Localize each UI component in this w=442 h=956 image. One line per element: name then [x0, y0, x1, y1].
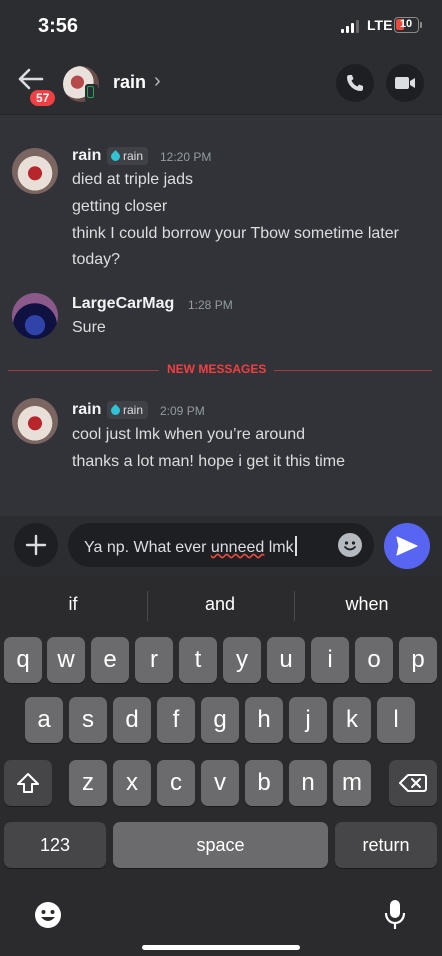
message-text: Sure: [72, 319, 106, 336]
key-w[interactable]: w: [47, 637, 85, 683]
backspace-icon: [399, 774, 427, 792]
message-text: think I could borrow your Tbow sometime …: [72, 225, 399, 268]
numbers-key[interactable]: 123: [4, 822, 106, 868]
new-messages-label: NEW MESSAGES: [159, 362, 275, 376]
space-key[interactable]: space: [113, 822, 328, 868]
message-text: thanks a lot man! hope i get it this tim…: [72, 453, 346, 470]
video-call-button[interactable]: [386, 64, 424, 102]
backspace-key[interactable]: [389, 760, 437, 806]
voice-call-button[interactable]: [336, 64, 374, 102]
message-input-text: Ya np. What ever: [84, 539, 211, 556]
attach-button[interactable]: [14, 523, 58, 567]
key-v[interactable]: v: [201, 760, 239, 806]
home-indicator: [142, 945, 300, 950]
key-k[interactable]: k: [333, 697, 371, 743]
battery-level: 10: [399, 18, 413, 30]
key-h[interactable]: h: [245, 697, 283, 743]
shift-key[interactable]: [4, 760, 52, 806]
key-u[interactable]: u: [267, 637, 305, 683]
mobile-status-icon: [85, 84, 98, 102]
suggestion-if[interactable]: if: [0, 594, 146, 615]
key-j[interactable]: j: [289, 697, 327, 743]
unread-badge: 57: [28, 88, 58, 108]
key-n[interactable]: n: [289, 760, 327, 806]
water-drop-icon: [109, 403, 122, 417]
key-c[interactable]: c: [157, 760, 195, 806]
key-g[interactable]: g: [201, 697, 239, 743]
message-input-text: lmk: [264, 539, 294, 556]
key-d[interactable]: d: [113, 697, 151, 743]
status-bar: 3:56 LTE 10: [0, 0, 442, 52]
key-y[interactable]: y: [223, 637, 261, 683]
message-text: died at triple jads: [72, 171, 193, 188]
message-input[interactable]: Ya np. What ever unneed lmk: [68, 523, 374, 567]
key-i[interactable]: i: [311, 637, 349, 683]
key-s[interactable]: s: [69, 697, 107, 743]
key-x[interactable]: x: [113, 760, 151, 806]
key-o[interactable]: o: [355, 637, 393, 683]
on-screen-keyboard: if and when q w e r t y u i o p a s d f …: [0, 576, 442, 956]
avatar[interactable]: [12, 293, 58, 339]
key-z[interactable]: z: [69, 760, 107, 806]
suggestion-and[interactable]: and: [147, 594, 293, 615]
message-author[interactable]: rain: [72, 401, 101, 419]
key-a[interactable]: a: [25, 697, 63, 743]
message-text: getting closer: [72, 198, 168, 215]
guild-tag[interactable]: rain: [107, 401, 149, 419]
chat-header: 57 rain ›: [0, 52, 442, 115]
network-type: LTE: [367, 17, 393, 33]
microphone-icon[interactable]: [383, 898, 407, 937]
key-r[interactable]: r: [135, 637, 173, 683]
chat-title[interactable]: rain: [113, 72, 146, 93]
plus-icon: [25, 534, 47, 556]
message-list[interactable]: rain rain 12:20 PM died at triple jads g…: [0, 115, 442, 515]
key-t[interactable]: t: [179, 637, 217, 683]
emoji-icon[interactable]: [338, 533, 362, 557]
send-button[interactable]: [384, 523, 430, 569]
cellular-signal-icon: [341, 19, 359, 33]
send-icon: [396, 536, 418, 556]
key-p[interactable]: p: [399, 637, 437, 683]
key-b[interactable]: b: [245, 760, 283, 806]
phone-icon: [347, 75, 363, 91]
video-camera-icon: [395, 77, 415, 89]
message-timestamp: 1:28 PM: [188, 298, 233, 312]
shift-icon: [17, 773, 39, 793]
message-timestamp: 2:09 PM: [160, 404, 205, 418]
key-l[interactable]: l: [377, 697, 415, 743]
avatar[interactable]: [12, 398, 58, 444]
status-time: 3:56: [38, 15, 79, 37]
key-e[interactable]: e: [91, 637, 129, 683]
message-author[interactable]: rain: [72, 147, 101, 165]
text-caret: [294, 536, 297, 556]
chevron-right-icon[interactable]: ›: [154, 70, 161, 93]
water-drop-icon: [109, 149, 122, 163]
message-text: cool just lmk when you’re around: [72, 426, 306, 443]
suggestion-when[interactable]: when: [294, 594, 440, 615]
guild-tag[interactable]: rain: [107, 147, 149, 165]
message-author[interactable]: LargeCarMag: [72, 295, 174, 313]
key-f[interactable]: f: [157, 697, 195, 743]
avatar[interactable]: [12, 148, 58, 194]
message-composer: Ya np. What ever unneed lmk: [0, 516, 442, 576]
key-q[interactable]: q: [4, 637, 42, 683]
keyboard-emoji-icon[interactable]: [33, 900, 63, 935]
key-m[interactable]: m: [333, 760, 371, 806]
misspelled-word[interactable]: unneed: [211, 539, 264, 556]
message-timestamp: 12:20 PM: [160, 150, 212, 164]
return-key[interactable]: return: [335, 822, 437, 868]
battery-icon: 10: [394, 17, 419, 33]
